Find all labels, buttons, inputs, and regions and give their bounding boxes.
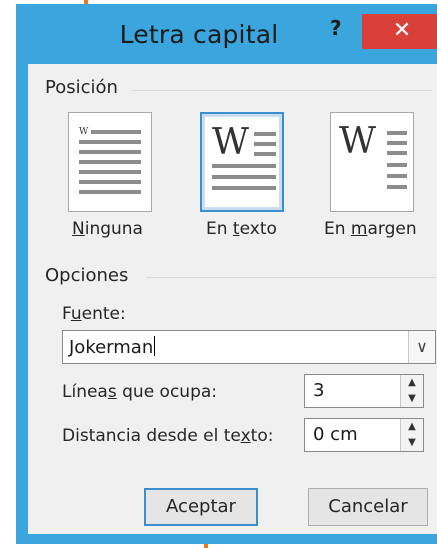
text-line-icon — [91, 130, 141, 134]
text-line-icon — [79, 170, 141, 174]
font-combobox[interactable]: Jokerman ∨ — [62, 330, 436, 364]
font-label: Fuente: — [62, 304, 126, 324]
spin-up-icon[interactable]: ▲ — [401, 419, 423, 436]
text-line-icon — [212, 175, 276, 179]
cancel-button[interactable]: Cancelar — [308, 488, 428, 526]
text-line-icon — [254, 132, 276, 136]
spin-down-icon[interactable]: ▼ — [401, 391, 423, 407]
text-line-icon — [79, 140, 141, 144]
text-line-icon — [79, 190, 141, 194]
text-line-icon — [79, 160, 141, 164]
text-line-icon — [387, 141, 407, 145]
options-divider — [146, 277, 436, 278]
small-w-glyph: W — [79, 127, 89, 137]
dialog-body: Posición W Ninguna W En texto W En marge… — [28, 64, 437, 534]
position-in-margin-option[interactable]: W — [330, 112, 414, 212]
lines-spinner[interactable]: 3 ▲ ▼ — [304, 374, 424, 408]
text-line-icon — [387, 174, 407, 178]
position-in-text-option[interactable]: W — [200, 112, 284, 212]
text-line-icon — [79, 180, 141, 184]
distance-input[interactable]: 0 cm — [313, 424, 358, 445]
lines-input[interactable]: 3 — [313, 380, 324, 401]
margin-w-glyph: W — [339, 121, 377, 162]
position-heading: Posición — [45, 77, 118, 98]
distance-spin-buttons: ▲ ▼ — [400, 419, 423, 451]
lines-spin-buttons: ▲ ▼ — [400, 375, 423, 407]
font-input[interactable]: Jokerman — [69, 336, 156, 358]
text-caret — [154, 336, 156, 356]
distance-spinner[interactable]: 0 cm ▲ ▼ — [304, 418, 424, 452]
chevron-down-icon[interactable]: ∨ — [408, 331, 435, 363]
text-line-icon — [212, 186, 276, 190]
drop-cap-w-glyph: W — [212, 122, 250, 163]
position-in-margin-label: En margen — [324, 219, 417, 239]
text-line-icon — [387, 163, 407, 167]
spin-down-icon[interactable]: ▼ — [401, 435, 423, 451]
drop-cap-dialog: Letra capital ? ✕ Posición W Ninguna W E… — [16, 4, 437, 544]
accept-button[interactable]: Aceptar — [144, 488, 258, 526]
help-button[interactable]: ? — [330, 16, 342, 40]
text-line-icon — [387, 131, 407, 135]
position-in-text-label: En texto — [206, 219, 277, 239]
position-none-option[interactable]: W — [68, 112, 152, 212]
text-line-icon — [254, 142, 276, 146]
close-button[interactable]: ✕ — [362, 14, 437, 49]
position-divider — [132, 90, 432, 91]
text-line-icon — [387, 151, 407, 155]
lines-label: Líneas que ocupa: — [62, 382, 218, 402]
distance-label: Distancia desde el texto: — [62, 426, 274, 446]
position-none-label: Ninguna — [72, 219, 143, 239]
text-line-icon — [79, 150, 141, 154]
spin-up-icon[interactable]: ▲ — [401, 375, 423, 392]
text-line-icon — [387, 185, 407, 189]
options-heading: Opciones — [45, 265, 129, 286]
text-line-icon — [254, 152, 276, 156]
title-bar[interactable]: Letra capital ? ✕ — [16, 4, 437, 64]
text-line-icon — [212, 164, 276, 168]
